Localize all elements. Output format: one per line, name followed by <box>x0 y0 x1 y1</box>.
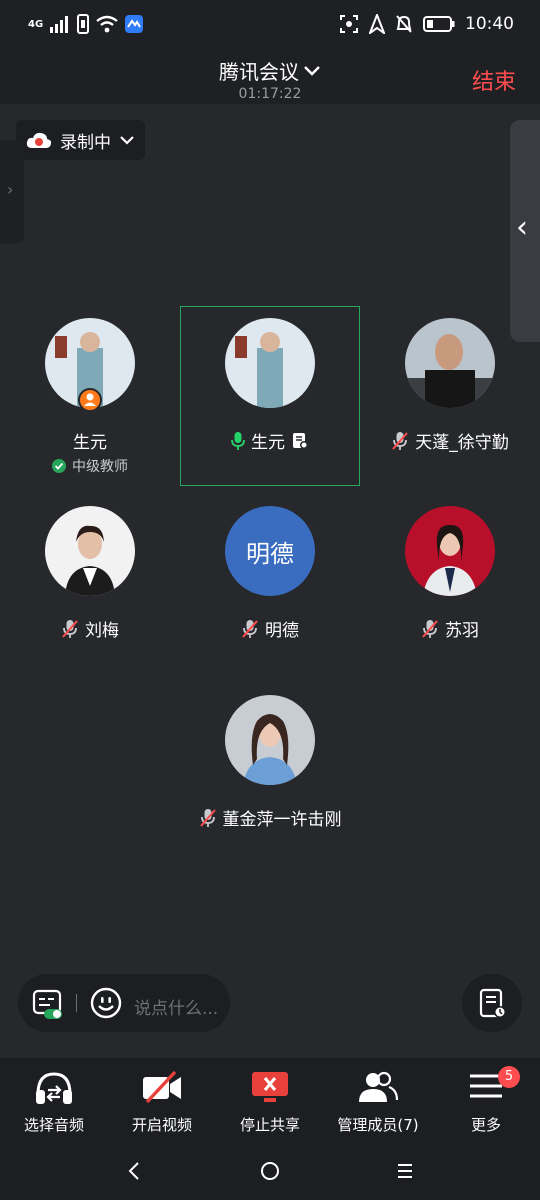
participant-tile-active-speaker[interactable]: 生元 <box>180 306 360 486</box>
recording-label: 录制中 <box>60 132 111 153</box>
participant-name-row: 刘梅 <box>0 616 180 641</box>
participant-name-row: 天蓬_徐守勤 <box>360 428 540 453</box>
bottom-toolbar: 选择音频 开启视频 停止共享 管理成员(7) 5 更多 <box>0 1058 540 1142</box>
meeting-header: 腾讯会议 01:17:22 结束 <box>0 52 540 104</box>
avatar <box>225 318 315 408</box>
document-icon <box>479 988 506 1018</box>
manage-members-label: 管理成员(7) <box>337 1116 419 1134</box>
chevron-down-icon <box>304 65 320 76</box>
battery-icon <box>423 16 455 32</box>
chevron-left-icon: ‹ <box>516 210 528 245</box>
verified-icon <box>52 459 66 473</box>
participant-tile[interactable]: 天蓬_徐守勤 <box>360 306 540 486</box>
participant-tile[interactable]: 刘梅 <box>0 494 180 674</box>
emoji-icon[interactable] <box>90 987 122 1019</box>
mic-muted-icon <box>242 619 258 638</box>
chevron-down-icon <box>120 136 134 145</box>
end-meeting-button[interactable]: 结束 <box>472 64 516 96</box>
sim-icon <box>77 14 90 34</box>
participant-tile[interactable]: 苏羽 <box>360 494 540 674</box>
sharing-doc-icon <box>293 432 308 449</box>
video-off-icon <box>143 1070 181 1104</box>
start-video-label: 开启视频 <box>131 1116 192 1134</box>
status-bar: 4G 10:40 <box>0 0 540 52</box>
location-icon <box>369 14 385 34</box>
participant-name: 生元 <box>251 433 285 453</box>
divider <box>76 994 77 1012</box>
select-audio-label: 选择音频 <box>23 1116 84 1134</box>
recording-indicator[interactable]: 录制中 <box>16 120 145 160</box>
select-audio-button[interactable]: 选择音频 <box>0 1058 108 1142</box>
participant-name: 董金萍一许击刚 <box>222 810 342 830</box>
headset-icon <box>36 1072 72 1104</box>
more-badge: 5 <box>498 1066 520 1088</box>
participant-name-row: 董金萍一许击刚 <box>180 805 360 830</box>
chat-bar: 说点什么... <box>18 974 230 1032</box>
mic-muted-icon <box>62 619 78 638</box>
participant-name-row: 明德 <box>180 616 360 641</box>
participant-name: 刘梅 <box>85 621 119 641</box>
back-icon[interactable] <box>126 1160 142 1182</box>
participant-name-row: 苏羽 <box>360 616 540 641</box>
avatar <box>405 318 495 408</box>
participant-tile[interactable]: 明德 明德 <box>180 494 360 674</box>
recents-icon[interactable] <box>396 1162 414 1180</box>
signal-icon <box>50 16 69 33</box>
mic-muted-icon <box>422 619 438 638</box>
stop-share-icon <box>252 1072 288 1102</box>
cloud-record-icon <box>26 132 52 148</box>
system-nav-bar <box>0 1142 540 1200</box>
avatar <box>45 506 135 596</box>
participant-role-row: 中级教师 <box>0 456 180 476</box>
manage-members-button[interactable]: 管理成员(7) <box>324 1058 432 1142</box>
network-type: 4G <box>28 18 44 30</box>
chat-input[interactable]: 说点什么... <box>134 994 218 1019</box>
participant-role: 中级教师 <box>72 459 128 475</box>
members-icon <box>359 1071 399 1102</box>
left-panel-handle[interactable]: › <box>0 140 24 244</box>
mic-on-icon <box>231 431 245 450</box>
chevron-right-icon: › <box>7 180 14 199</box>
home-icon[interactable] <box>259 1160 281 1182</box>
participant-name: 明德 <box>265 621 299 641</box>
mute-bell-icon <box>396 15 412 33</box>
more-button[interactable]: 5 更多 <box>432 1058 540 1142</box>
meeting-timer: 01:17:22 <box>238 86 302 102</box>
app-notification-icon <box>125 15 144 33</box>
participant-tile[interactable]: 董金萍一许击刚 <box>180 683 360 863</box>
subtitle-toggle-icon[interactable] <box>32 988 64 1020</box>
mic-muted-icon <box>392 431 409 450</box>
participant-name: 生元 <box>73 433 107 453</box>
meeting-title: 腾讯会议 <box>219 60 299 84</box>
participant-name: 苏羽 <box>445 621 479 641</box>
host-badge-icon <box>78 388 102 412</box>
avatar <box>225 695 315 785</box>
meeting-title-button[interactable]: 腾讯会议 <box>219 56 321 85</box>
start-video-button[interactable]: 开启视频 <box>108 1058 216 1142</box>
clock: 10:40 <box>465 14 514 34</box>
participant-tile[interactable]: 生元 中级教师 <box>0 306 180 486</box>
screenshot-icon <box>340 15 358 33</box>
participant-name-row: 生元 <box>0 428 180 453</box>
avatar <box>405 506 495 596</box>
mic-muted-icon <box>199 808 216 827</box>
more-label: 更多 <box>470 1116 501 1134</box>
notes-button[interactable] <box>462 974 522 1032</box>
stop-share-button[interactable]: 停止共享 <box>216 1058 324 1142</box>
avatar-initials: 明德 <box>225 506 315 596</box>
participant-name: 天蓬_徐守勤 <box>415 433 509 453</box>
stop-share-label: 停止共享 <box>239 1116 300 1134</box>
wifi-icon <box>96 15 118 33</box>
participant-name-row: 生元 <box>181 428 359 453</box>
